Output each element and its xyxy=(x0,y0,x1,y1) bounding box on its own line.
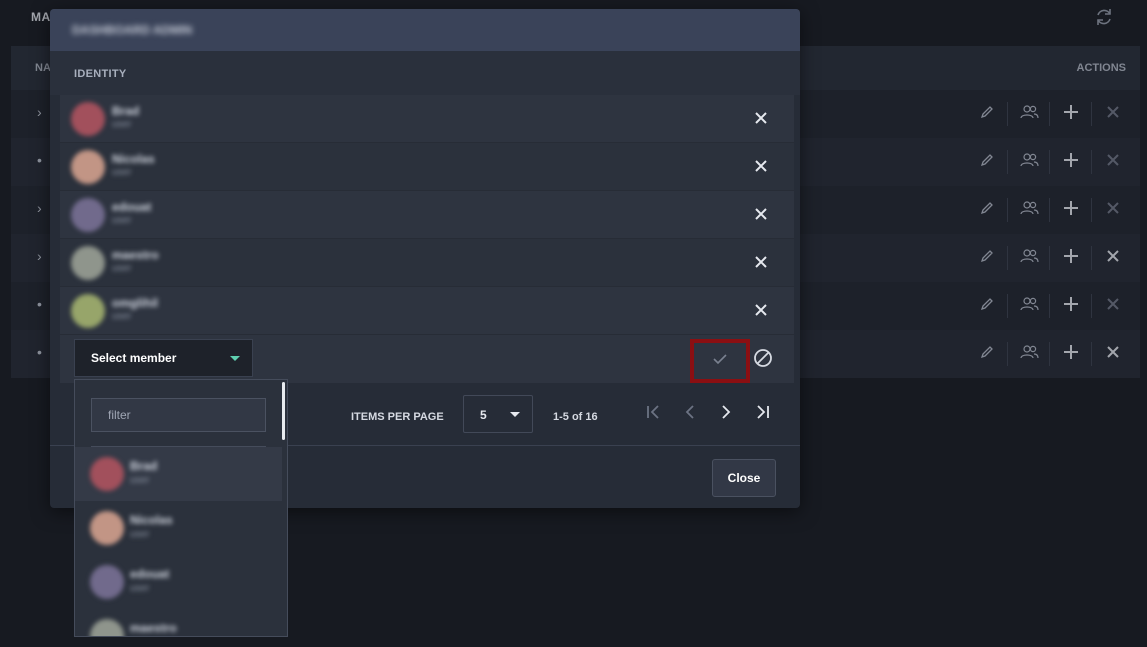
dropdown-option[interactable]: Brad user xyxy=(75,447,282,501)
close-icon xyxy=(754,207,768,226)
close-icon xyxy=(754,111,768,130)
close-icon xyxy=(754,159,768,178)
member-list: Brad user Nicolas user edouat user maestro user… xyxy=(60,95,794,383)
identity-column-header: IDENTITY xyxy=(50,51,800,95)
close-button[interactable]: Close xyxy=(712,459,776,497)
remove-member-button[interactable] xyxy=(750,109,772,131)
dropdown-option[interactable]: maestrouser xyxy=(75,609,282,636)
page-range: 1-5 of 16 xyxy=(553,411,598,423)
member-name: Brad xyxy=(112,104,140,118)
avatar xyxy=(90,619,124,636)
avatar xyxy=(90,565,124,599)
avatar xyxy=(71,150,105,184)
dropdown-scrollbar[interactable] xyxy=(282,382,285,440)
member-name: edouat xyxy=(112,200,152,214)
avatar xyxy=(71,198,105,232)
option-role: user xyxy=(130,475,150,486)
member-role: user xyxy=(112,215,132,226)
last-page-icon xyxy=(754,404,770,424)
first-page-button[interactable] xyxy=(643,403,665,425)
avatar xyxy=(90,511,124,545)
member-row: Brad user xyxy=(60,95,794,143)
dropdown-options: Brad user Nicolas user edouat user maestrouser xyxy=(75,447,282,636)
modal-title: DASHBOARD ADMIN xyxy=(72,23,193,37)
cancel-icon xyxy=(753,348,773,373)
check-icon xyxy=(713,352,727,370)
items-per-page-value: 5 xyxy=(480,408,487,422)
member-role: user xyxy=(112,167,132,178)
caret-down-icon xyxy=(230,356,240,361)
option-name: Brad xyxy=(130,459,158,473)
avatar xyxy=(71,294,105,328)
caret-down-icon xyxy=(510,412,520,417)
items-per-page-label: ITEMS PER PAGE xyxy=(351,411,444,423)
add-member-row: Select member xyxy=(60,335,794,383)
member-name: Nicolas xyxy=(112,152,155,166)
member-role: user xyxy=(112,263,132,274)
remove-member-button[interactable] xyxy=(750,301,772,323)
identity-header-label: IDENTITY xyxy=(74,68,127,80)
member-row: maestro user xyxy=(60,239,794,287)
member-role: user xyxy=(112,119,132,130)
option-role: user xyxy=(130,529,150,540)
close-icon xyxy=(754,303,768,322)
option-role: user xyxy=(130,583,150,594)
cancel-add-button[interactable] xyxy=(752,348,774,373)
filter-input[interactable] xyxy=(91,398,266,432)
option-name: edouat xyxy=(130,567,170,581)
remove-member-button[interactable] xyxy=(750,205,772,227)
avatar xyxy=(90,457,124,491)
member-name: maestro xyxy=(112,248,159,262)
next-page-button[interactable] xyxy=(715,403,737,425)
items-per-page-select[interactable]: 5 xyxy=(463,395,533,433)
close-icon xyxy=(754,255,768,274)
member-row: Nicolas user xyxy=(60,143,794,191)
avatar xyxy=(71,246,105,280)
member-name: omglihil xyxy=(112,296,158,310)
confirm-add-button[interactable] xyxy=(690,339,750,383)
remove-member-button[interactable] xyxy=(750,157,772,179)
avatar xyxy=(71,102,105,136)
remove-member-button[interactable] xyxy=(750,253,772,275)
first-page-icon xyxy=(646,404,662,424)
chevron-right-icon xyxy=(721,404,731,424)
select-member-label: Select member xyxy=(91,351,177,365)
select-member-dropdown[interactable]: Select member xyxy=(74,339,253,377)
member-row: omglihil user xyxy=(60,287,794,335)
chevron-left-icon xyxy=(685,404,695,424)
member-role: user xyxy=(112,311,132,322)
last-page-button[interactable] xyxy=(751,403,773,425)
member-dropdown-panel: Brad user Nicolas user edouat user maestrouser xyxy=(74,379,288,637)
option-name: maestro xyxy=(130,621,177,635)
member-row: edouat user xyxy=(60,191,794,239)
previous-page-button[interactable] xyxy=(679,403,701,425)
option-name: Nicolas xyxy=(130,513,173,527)
modal-header: DASHBOARD ADMIN xyxy=(50,9,800,51)
dropdown-option[interactable]: edouat user xyxy=(75,555,282,609)
dropdown-option[interactable]: Nicolas user xyxy=(75,501,282,555)
